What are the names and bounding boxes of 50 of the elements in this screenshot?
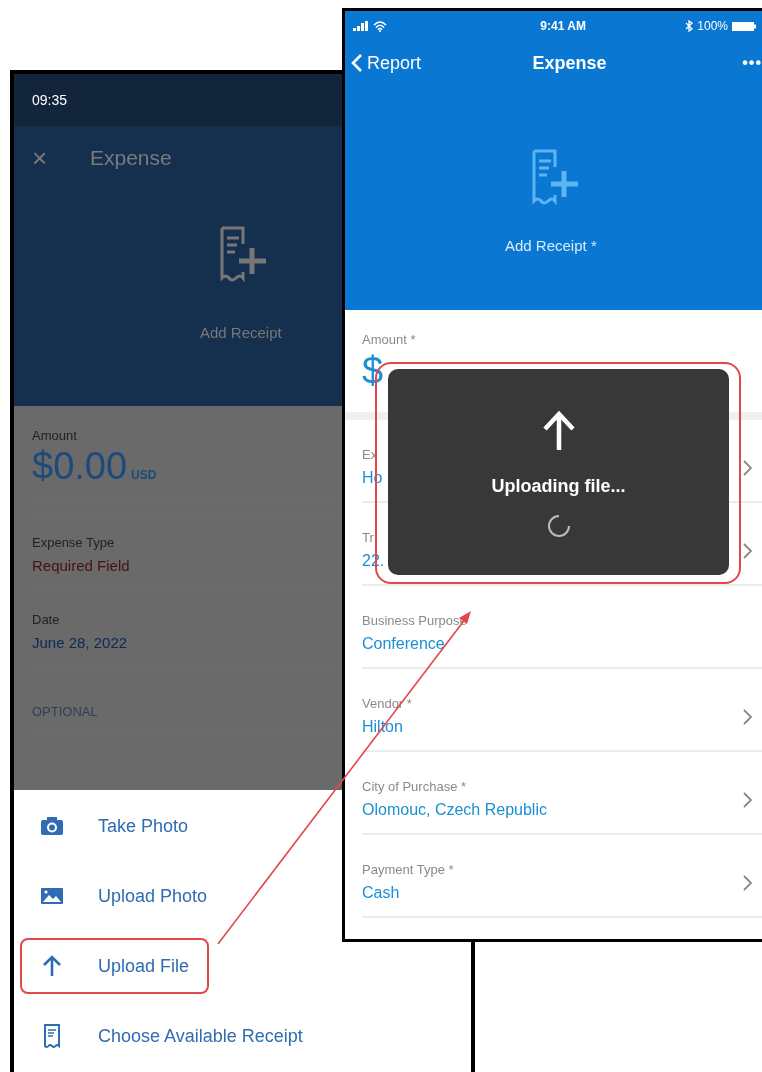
close-button[interactable]: × bbox=[32, 144, 90, 171]
field-value[interactable]: Cash bbox=[362, 881, 400, 906]
screen-title: Expense bbox=[532, 51, 607, 75]
field-value[interactable]: Conference bbox=[362, 632, 445, 657]
sheet-option[interactable]: Upload Photo bbox=[20, 868, 228, 924]
camera-icon bbox=[40, 816, 64, 836]
field-label: Amount * bbox=[362, 331, 417, 349]
field-label: Payment Type * bbox=[362, 860, 454, 879]
battery-percent: 100% bbox=[697, 18, 728, 35]
field-label: Expense Type bbox=[32, 534, 115, 553]
back-chevron-icon bbox=[351, 53, 363, 73]
more-button[interactable]: ••• bbox=[742, 51, 762, 75]
screen-title: Expense bbox=[90, 145, 172, 171]
field-label: Amount bbox=[32, 427, 77, 445]
field-label: City of Purchase * bbox=[362, 777, 467, 796]
add-receipt-label[interactable]: Add Receipt bbox=[200, 322, 282, 345]
up-arrow-icon bbox=[541, 411, 576, 451]
signal-icon bbox=[353, 21, 369, 31]
chevron-right-icon[interactable] bbox=[743, 459, 752, 476]
bluetooth-icon bbox=[685, 20, 694, 32]
toast-message: Uploading file... bbox=[491, 475, 626, 498]
sheet-option[interactable]: Take Photo bbox=[20, 798, 209, 854]
chevron-right-icon[interactable] bbox=[743, 874, 752, 891]
up-arrow-icon bbox=[41, 955, 63, 977]
sheet-option[interactable]: Choose Available Receipt bbox=[20, 1008, 323, 1064]
chevron-right-icon[interactable] bbox=[743, 542, 752, 559]
field-value[interactable]: Required Field bbox=[32, 554, 130, 578]
receipt-icon bbox=[43, 1024, 61, 1048]
field-label: Tr bbox=[362, 528, 374, 547]
chevron-right-icon[interactable] bbox=[743, 708, 752, 725]
status-time: 9:41 AM bbox=[540, 18, 586, 35]
field-label: Date bbox=[32, 611, 60, 630]
back-button[interactable]: Report bbox=[351, 49, 422, 77]
status-time: 09:35 bbox=[32, 90, 68, 110]
field-value[interactable]: June 28, 2022 bbox=[32, 631, 128, 655]
amount-value: $0.00 bbox=[32, 445, 128, 488]
sheet-option[interactable]: Upload File bbox=[20, 938, 210, 994]
wifi-icon bbox=[373, 20, 387, 32]
section-header: OPTIONAL bbox=[32, 704, 98, 720]
receipt-plus-icon[interactable] bbox=[219, 226, 269, 282]
receipt-plus-icon[interactable] bbox=[531, 149, 581, 205]
chevron-right-icon[interactable] bbox=[743, 791, 752, 808]
battery-icon bbox=[732, 20, 756, 32]
currency-label: USD bbox=[131, 466, 157, 484]
amount-value: $ bbox=[362, 349, 384, 394]
loading-spinner-icon bbox=[546, 514, 571, 538]
field-value[interactable]: Olomouc, Czech Republic bbox=[362, 798, 547, 823]
field-label: Vendor * bbox=[362, 694, 412, 713]
image-icon bbox=[40, 887, 64, 905]
add-receipt-label[interactable]: Add Receipt * bbox=[505, 235, 597, 258]
